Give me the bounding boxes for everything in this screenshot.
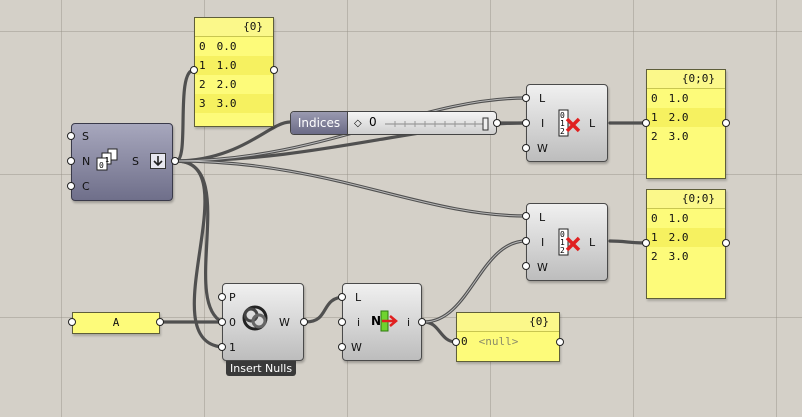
panel-input-grip[interactable] bbox=[452, 338, 460, 346]
indices-slider[interactable]: Indices ◇ 0 bbox=[290, 111, 497, 135]
panel-a-value: A bbox=[112, 316, 120, 329]
null-item-in-l-grip[interactable] bbox=[338, 293, 346, 301]
pin-start: S bbox=[82, 130, 89, 143]
pin-list: L bbox=[355, 291, 362, 304]
panel-header: {0} bbox=[457, 313, 559, 332]
panel-header: {0;0} bbox=[647, 70, 725, 89]
pin-output: L bbox=[589, 117, 596, 130]
panel-output-grip[interactable] bbox=[722, 119, 730, 127]
cull-mid-in-w-grip[interactable] bbox=[522, 262, 530, 270]
cull-top-in-i-grip[interactable] bbox=[522, 119, 530, 127]
panel-header: {0} bbox=[195, 18, 273, 37]
svg-text:2: 2 bbox=[560, 246, 565, 255]
cull-mid-in-i-grip[interactable] bbox=[522, 237, 530, 245]
panel-input-grip[interactable] bbox=[190, 66, 198, 74]
cull-index-component-mid[interactable]: L I W 0 1 2 L bbox=[526, 203, 608, 281]
null-item-in-w-grip[interactable] bbox=[338, 343, 346, 351]
pin-indices: I bbox=[541, 236, 545, 249]
weave-out-grip[interactable] bbox=[300, 318, 308, 326]
pin-step: N bbox=[82, 155, 91, 168]
list-item: 0 0.0 bbox=[199, 40, 237, 53]
weave-component[interactable]: P 0 1 W bbox=[222, 283, 304, 361]
series-icon: 0 1 bbox=[96, 148, 124, 176]
slider-diamond-icon: ◇ bbox=[354, 118, 362, 129]
slider-label: Indices bbox=[291, 112, 348, 134]
pin-list: L bbox=[539, 211, 546, 224]
null-item-icon: N bbox=[371, 310, 399, 336]
pin-output: L bbox=[589, 236, 596, 249]
pin-output: S bbox=[132, 155, 139, 168]
weave-in-p-grip[interactable] bbox=[218, 293, 226, 301]
series-in-n-grip[interactable] bbox=[67, 157, 75, 165]
panel-cull-top-output[interactable]: {0;0} 0 1.0 1 2.0 2 3.0 bbox=[646, 69, 726, 179]
list-item: 3 3.0 bbox=[195, 94, 273, 113]
cull-mid-in-l-grip[interactable] bbox=[522, 212, 530, 220]
list-item: 1 2.0 bbox=[647, 228, 725, 247]
svg-text:2: 2 bbox=[560, 127, 565, 136]
panel-output-grip[interactable] bbox=[156, 318, 164, 326]
pin-output: W bbox=[279, 316, 290, 329]
pin-pattern: P bbox=[229, 291, 236, 304]
svg-text:1: 1 bbox=[105, 156, 109, 164]
pin-wrap: W bbox=[537, 261, 548, 274]
cull-index-icon: 0 1 2 bbox=[557, 109, 583, 141]
list-item: 2 2.0 bbox=[199, 78, 237, 91]
list-item: 0 <null> bbox=[461, 335, 519, 348]
insert-nulls-label: Insert Nulls bbox=[226, 361, 297, 376]
panel-series-output[interactable]: {0} 0 0.0 1 1.0 2 2.0 3 3.0 bbox=[194, 17, 274, 127]
cull-top-in-l-grip[interactable] bbox=[522, 94, 530, 102]
list-item: 0 1.0 bbox=[651, 212, 689, 225]
series-in-c-grip[interactable] bbox=[67, 182, 75, 190]
weave-icon bbox=[241, 304, 269, 336]
weave-in-0-grip[interactable] bbox=[218, 318, 226, 326]
pin-count: C bbox=[82, 180, 90, 193]
series-in-s-grip[interactable] bbox=[67, 132, 75, 140]
pin-stream-1: 1 bbox=[229, 341, 236, 354]
panel-output-grip[interactable] bbox=[270, 66, 278, 74]
cull-index-icon: 0 1 2 bbox=[557, 228, 583, 260]
svg-text:0: 0 bbox=[99, 161, 104, 170]
panel-output-grip[interactable] bbox=[556, 338, 564, 346]
pin-output: i bbox=[407, 316, 411, 329]
pin-wrap: W bbox=[351, 341, 362, 354]
null-item-out-grip[interactable] bbox=[418, 318, 426, 326]
list-item: 1 1.0 bbox=[195, 56, 273, 75]
series-component[interactable]: S N C 0 1 S bbox=[71, 123, 173, 201]
pin-list: L bbox=[539, 92, 546, 105]
slider-track[interactable] bbox=[383, 116, 491, 132]
panel-cull-mid-output[interactable]: {0;0} 0 1.0 1 2.0 2 3.0 bbox=[646, 189, 726, 299]
pin-index: i bbox=[357, 316, 361, 329]
pin-stream-0: 0 bbox=[229, 316, 236, 329]
list-item: 0 1.0 bbox=[651, 92, 689, 105]
panel-input-grip[interactable] bbox=[68, 318, 76, 326]
panel-output-grip[interactable] bbox=[722, 239, 730, 247]
list-item: 2 3.0 bbox=[651, 250, 689, 263]
cull-top-in-w-grip[interactable] bbox=[522, 144, 530, 152]
weave-in-1-grip[interactable] bbox=[218, 343, 226, 351]
list-item: 2 3.0 bbox=[651, 130, 689, 143]
cull-index-component-top[interactable]: L I W 0 1 2 L bbox=[526, 84, 608, 162]
list-item: 1 2.0 bbox=[647, 108, 725, 127]
pin-indices: I bbox=[541, 117, 545, 130]
panel-input-a[interactable]: A bbox=[72, 312, 160, 334]
slider-output-grip[interactable] bbox=[493, 119, 501, 127]
flatten-arrow-icon bbox=[150, 153, 166, 173]
svg-text:N: N bbox=[371, 314, 381, 328]
panel-header: {0;0} bbox=[647, 190, 725, 209]
series-out-grip[interactable] bbox=[171, 157, 179, 165]
panel-input-grip[interactable] bbox=[642, 239, 650, 247]
null-item-in-i-grip[interactable] bbox=[338, 318, 346, 326]
slider-value: 0 bbox=[369, 115, 377, 129]
panel-input-grip[interactable] bbox=[642, 119, 650, 127]
pin-wrap: W bbox=[537, 142, 548, 155]
panel-null-output[interactable]: {0} 0 <null> bbox=[456, 312, 560, 362]
null-item-component[interactable]: L i W N i bbox=[342, 283, 422, 361]
